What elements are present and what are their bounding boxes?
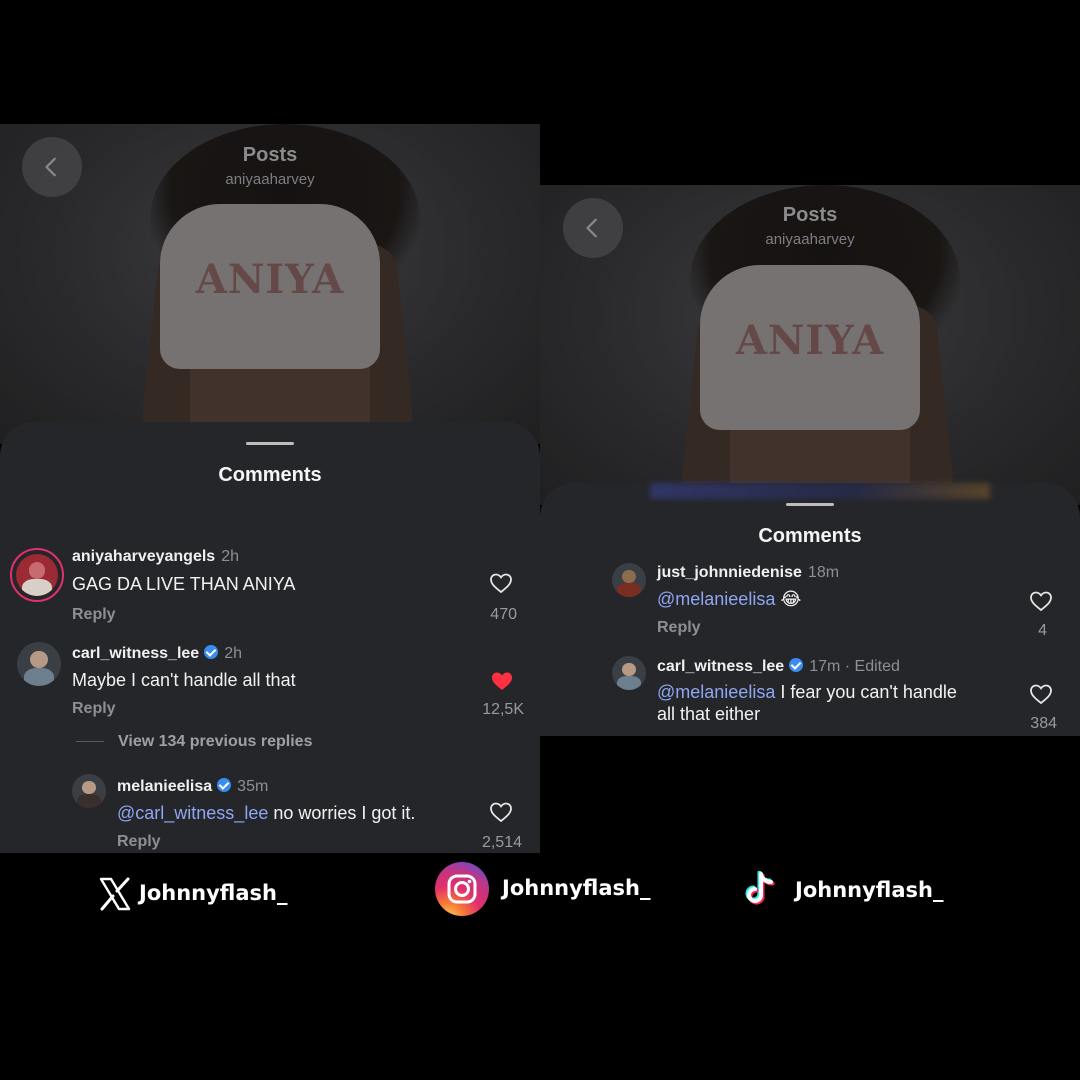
tiktok-logo-icon	[745, 871, 775, 905]
comment-time: 2h	[224, 645, 242, 662]
page-subtitle: aniyaaharvey	[765, 231, 855, 248]
left-screenshot: ANIYA Posts aniyaaharvey Comments aniyah…	[0, 124, 540, 853]
like-count: 2,514	[481, 834, 522, 851]
replies-divider	[76, 741, 104, 742]
verified-badge-icon	[217, 778, 232, 792]
page-title: Posts	[782, 204, 838, 226]
comment-username[interactable]: carl_witness_lee	[72, 645, 199, 662]
comments-sheet: Comments aniyaharveyangels 2h GAG DA LIVE…	[0, 422, 540, 853]
comment-time: 18m	[807, 564, 840, 581]
like-count: 4	[1038, 622, 1047, 639]
reply-button[interactable]: Reply	[72, 606, 116, 624]
mention-link[interactable]: @melanieelisa	[657, 589, 775, 609]
avatar[interactable]	[72, 774, 106, 808]
reply-button[interactable]: Reply	[117, 833, 161, 851]
heart-icon[interactable]	[489, 801, 513, 823]
like-count: 384	[1030, 715, 1057, 732]
comments-sheet: Comments just_johnniedenise 18m @melaniee…	[540, 483, 1080, 736]
comment-username[interactable]: carl_witness_lee	[657, 658, 784, 675]
x-handle[interactable]: Johnnyflash_	[139, 881, 287, 905]
comment-meta: carl_witness_lee 2h	[72, 644, 242, 663]
avatar[interactable]	[10, 548, 64, 602]
comment-text: @melanieelisa I fear you can't handle al…	[657, 682, 957, 724]
comment-meta: carl_witness_lee 17m · Edited	[657, 657, 900, 676]
sheet-drag-handle[interactable]	[246, 442, 294, 445]
comment-meta: aniyaharveyangels 2h	[72, 548, 239, 566]
comment-username[interactable]: just_johnniedenise	[657, 564, 802, 581]
sheet-drag-handle[interactable]	[786, 503, 834, 506]
blurred-background-comment	[650, 483, 990, 499]
avatar[interactable]	[612, 563, 646, 597]
like-count: 470	[490, 606, 517, 623]
comment-text: Maybe I can't handle all that	[72, 670, 296, 690]
instagram-handle[interactable]: Johnnyflash_	[502, 876, 650, 900]
comment-text: GAG DA LIVE THAN ANIYA	[72, 574, 296, 594]
page-subtitle: aniyaaharvey	[225, 171, 315, 188]
comment-text: @melanieelisa 😂	[657, 589, 802, 609]
comment-time: 17m · Edited	[809, 658, 900, 675]
page-title: Posts	[242, 144, 298, 166]
post-header: Posts aniyaaharvey	[0, 144, 540, 188]
comment-meta: melanieelisa 35m	[117, 777, 268, 796]
comment-time: 2h	[221, 548, 239, 565]
verified-badge-icon	[204, 645, 219, 659]
tiktok-handle[interactable]: Johnnyflash_	[795, 878, 943, 902]
comment-time: 35m	[237, 778, 269, 795]
reply-button[interactable]: Reply	[657, 619, 701, 637]
view-previous-replies[interactable]: View 134 previous replies	[118, 733, 312, 751]
comment-username[interactable]: melanieelisa	[117, 778, 212, 795]
comments-title: Comments	[758, 525, 862, 547]
avatar[interactable]	[17, 642, 61, 686]
comments-title: Comments	[218, 464, 322, 486]
avatar[interactable]	[612, 656, 646, 690]
like-count: 12,5K	[482, 701, 524, 718]
verified-badge-icon	[789, 658, 804, 672]
reply-button[interactable]: Reply	[72, 700, 116, 718]
heart-icon[interactable]	[1029, 683, 1053, 705]
mention-link[interactable]: @melanieelisa	[657, 682, 775, 702]
comment-meta: just_johnniedenise 18m	[657, 564, 839, 582]
comment-text: @carl_witness_lee no worries I got it.	[117, 803, 416, 823]
heart-icon[interactable]	[489, 572, 513, 594]
heart-icon[interactable]	[490, 670, 514, 692]
right-screenshot: ANIYA Posts aniyaaharvey Comments just_j…	[540, 185, 1080, 736]
post-header: Posts aniyaaharvey	[540, 204, 1080, 248]
instagram-logo-icon	[435, 862, 489, 916]
mention-link[interactable]: @carl_witness_lee	[117, 803, 268, 823]
x-logo-icon	[99, 877, 131, 911]
comment-username[interactable]: aniyaharveyangels	[72, 548, 215, 565]
heart-icon[interactable]	[1029, 590, 1053, 612]
